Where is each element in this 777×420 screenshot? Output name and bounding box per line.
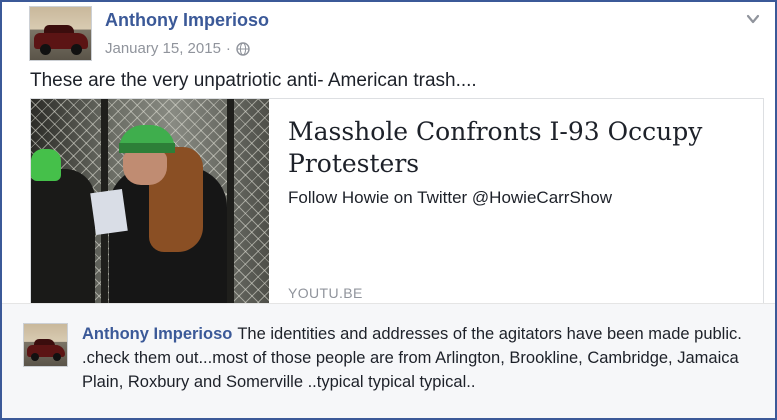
thumbnail-beanie-band <box>119 143 175 153</box>
facebook-post-frame: Anthony Imperioso January 15, 2015 · The… <box>0 0 777 420</box>
post: Anthony Imperioso January 15, 2015 · The… <box>2 2 775 304</box>
avatar-car-wheel <box>71 44 82 55</box>
link-preview-card[interactable]: Masshole Confronts I-93 Occupy Protester… <box>30 98 764 304</box>
avatar-car-wheel <box>40 44 51 55</box>
thumbnail-fence-post <box>227 99 234 303</box>
post-timestamp[interactable]: January 15, 2015 <box>105 40 221 57</box>
meta-separator: · <box>225 40 231 57</box>
link-source-domain: YOUTU.BE <box>288 285 363 301</box>
thumbnail-paper <box>90 188 128 236</box>
post-meta: January 15, 2015 · <box>105 40 250 57</box>
chevron-down-icon[interactable] <box>745 12 761 26</box>
comment: Anthony Imperioso The identities and addr… <box>2 303 775 418</box>
avatar-car-wheel <box>31 353 39 361</box>
comment-author-name[interactable]: Anthony Imperioso <box>82 325 232 343</box>
author-avatar[interactable] <box>29 6 92 61</box>
globe-icon[interactable] <box>236 41 250 56</box>
link-thumbnail-image[interactable] <box>31 99 269 303</box>
commenter-avatar[interactable] <box>23 323 68 367</box>
link-description: Follow Howie on Twitter @HowieCarrShow <box>288 188 612 207</box>
link-title[interactable]: Masshole Confronts I-93 Occupy Protester… <box>288 116 728 180</box>
thumbnail-person <box>31 169 95 303</box>
comment-body: Anthony Imperioso The identities and addr… <box>82 322 742 394</box>
thumbnail-green-cap <box>31 149 61 181</box>
thumbnail-face <box>123 151 167 185</box>
avatar-car-wheel <box>53 353 61 361</box>
post-author-name[interactable]: Anthony Imperioso <box>105 10 269 31</box>
post-text: These are the very unpatriotic anti- Ame… <box>30 70 477 91</box>
link-preview-body: Masshole Confronts I-93 Occupy Protester… <box>288 99 753 303</box>
